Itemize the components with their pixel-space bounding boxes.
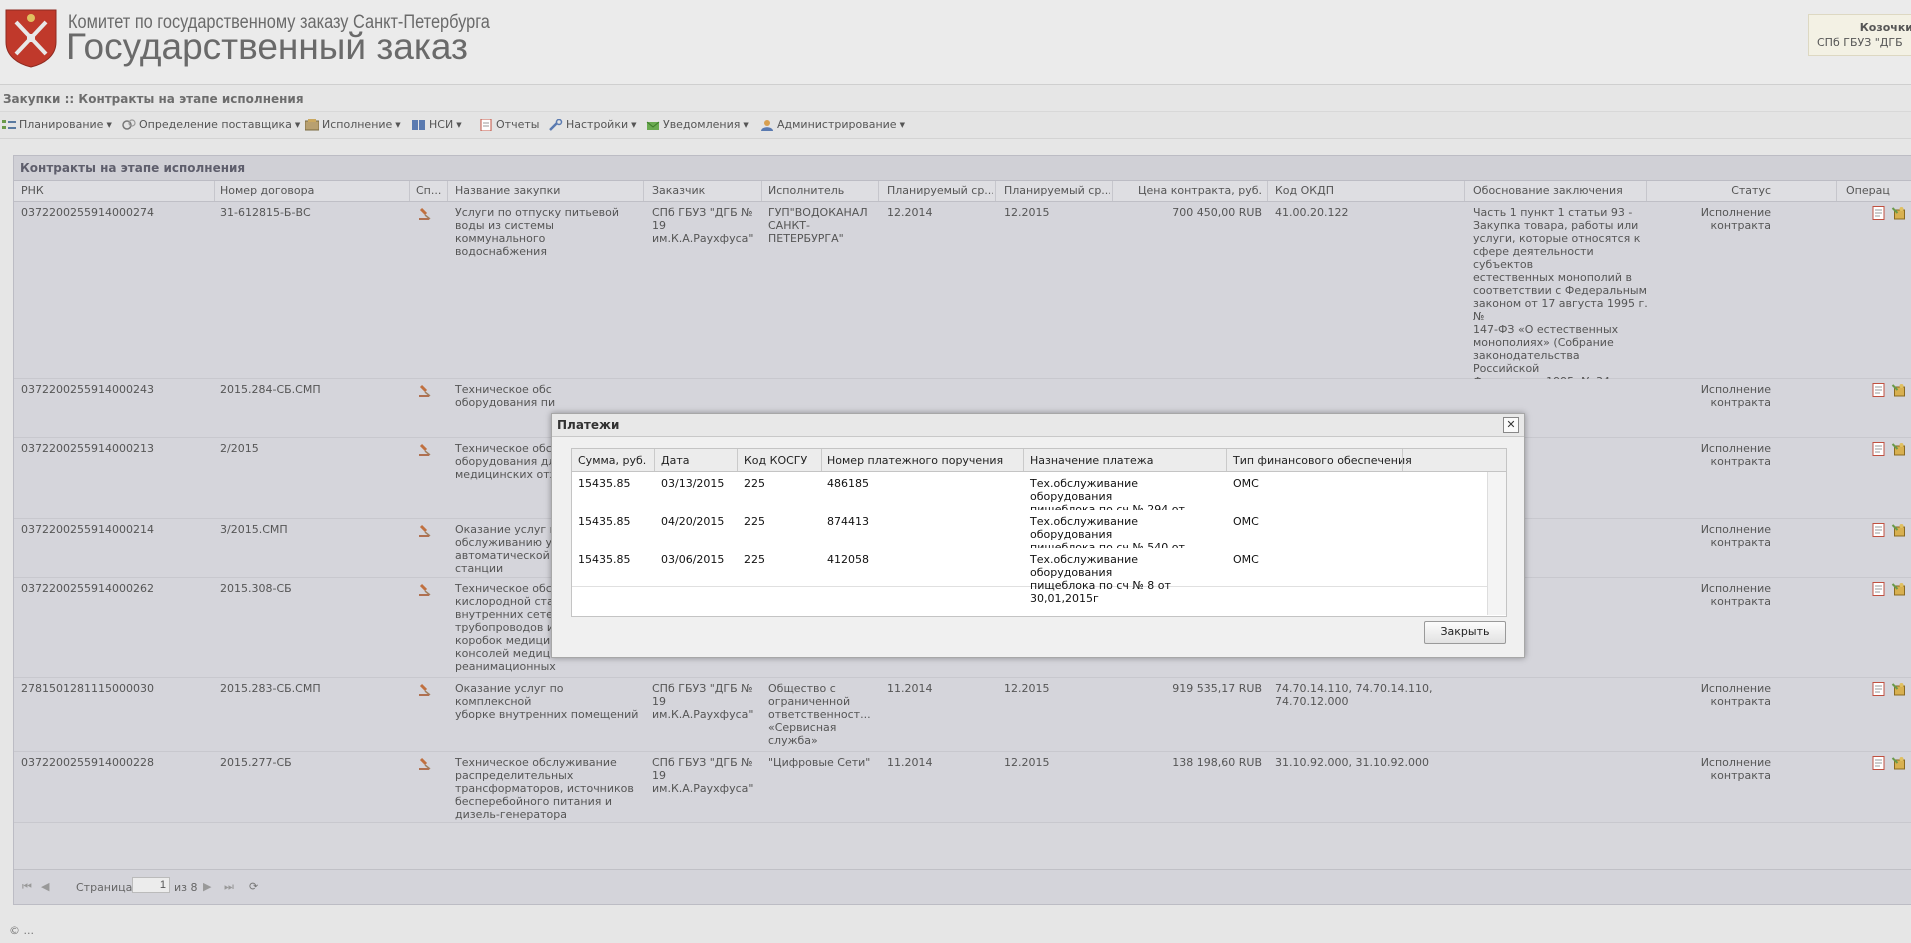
payment-row[interactable]: 15435.85 03/06/2015 225 412058 Тех.обслужива… <box>572 548 1487 605</box>
payment-row[interactable]: 15435.85 04/20/2015 225 874413 Тех.обслужива… <box>572 510 1487 567</box>
payment-cell-date: 04/20/2015 <box>661 515 725 528</box>
payment-cell-sum: 15435.85 <box>578 553 631 566</box>
column-separator[interactable] <box>654 449 655 471</box>
payment-row[interactable]: 15435.85 03/13/2015 225 486185 Тех.обслужива… <box>572 472 1487 529</box>
column-separator[interactable] <box>1402 449 1403 471</box>
close-icon[interactable]: ✕ <box>1503 417 1519 433</box>
payment-cell-purpose: Тех.обслуживание оборудования пищеблока … <box>1030 553 1171 605</box>
dialog-title: Платежи <box>557 418 620 432</box>
payment-cell-order: 486185 <box>827 477 869 490</box>
column-header-payment-order[interactable]: Номер платежного поручения <box>827 454 1003 467</box>
column-header-date[interactable]: Дата <box>661 454 689 467</box>
payment-cell-order: 412058 <box>827 553 869 566</box>
column-header-financing-type[interactable]: Тип финансового обеспечения <box>1233 454 1412 467</box>
payment-cell-sum: 15435.85 <box>578 477 631 490</box>
column-separator[interactable] <box>1023 449 1024 471</box>
payment-cell-kosgu: 225 <box>744 477 765 490</box>
vertical-scrollbar[interactable] <box>1487 472 1506 615</box>
payment-cell-kosgu: 225 <box>744 515 765 528</box>
payment-cell-date: 03/06/2015 <box>661 553 725 566</box>
payment-cell-date: 03/13/2015 <box>661 477 725 490</box>
payments-grid-header: Сумма, руб. Дата Код КОСГУ Номер платежн… <box>572 449 1506 472</box>
dialog-title-bar[interactable]: Платежи ✕ <box>552 414 1524 437</box>
column-separator[interactable] <box>821 449 822 471</box>
column-header-kosgu[interactable]: Код КОСГУ <box>744 454 807 467</box>
column-header-payment-purpose[interactable]: Назначение платежа <box>1030 454 1153 467</box>
payment-cell-kosgu: 225 <box>744 553 765 566</box>
column-header-sum[interactable]: Сумма, руб. <box>578 454 646 467</box>
payment-cell-sum: 15435.85 <box>578 515 631 528</box>
column-separator[interactable] <box>737 449 738 471</box>
close-button[interactable]: Закрыть <box>1424 621 1506 644</box>
payment-cell-order: 874413 <box>827 515 869 528</box>
payment-cell-fin: ОМС <box>1233 515 1259 528</box>
payments-dialog: Платежи ✕ Сумма, руб. Дата Код КОСГУ Ном… <box>551 413 1525 658</box>
payment-cell-fin: ОМС <box>1233 553 1259 566</box>
column-separator[interactable] <box>1226 449 1227 471</box>
payment-cell-fin: ОМС <box>1233 477 1259 490</box>
payments-grid: Сумма, руб. Дата Код КОСГУ Номер платежн… <box>571 448 1507 617</box>
